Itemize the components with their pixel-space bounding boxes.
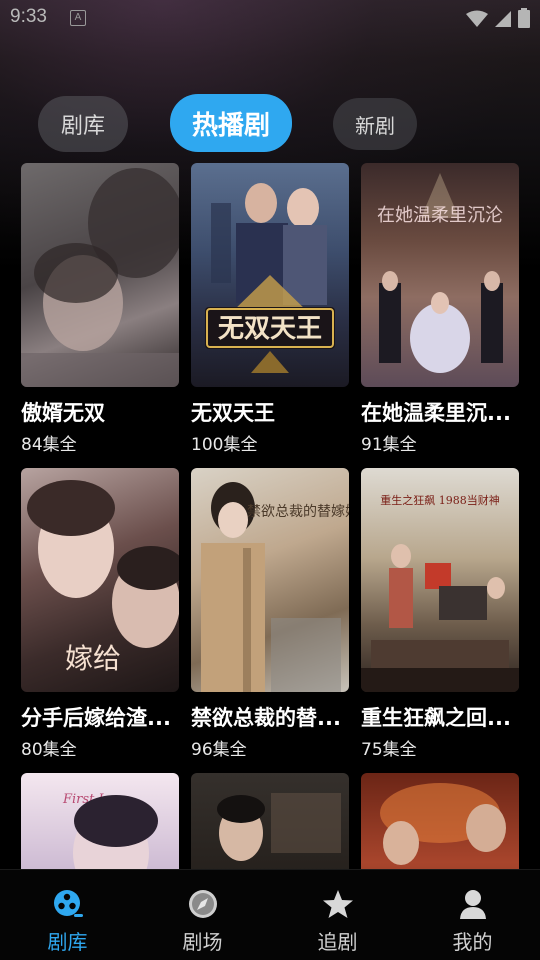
- film-reel-icon: [53, 890, 83, 917]
- drama-poster[interactable]: [21, 163, 179, 387]
- status-time: 9:33: [10, 6, 47, 27]
- drama-card[interactable]: 无双天王 无双天王 100集全: [191, 163, 349, 455]
- nav-item-library[interactable]: 剧库: [0, 870, 135, 960]
- poster-art: 禁欲总裁的替嫁娇: [201, 482, 349, 692]
- drama-card[interactable]: First Love: [21, 773, 179, 869]
- poster-title: 禁欲总裁的替嫁娇: [247, 504, 349, 520]
- poster-title: 嫁给: [65, 642, 121, 675]
- bottom-navigation: 剧库 剧场 追剧 我的: [0, 869, 540, 960]
- tab-label: 热播剧: [191, 110, 270, 141]
- battery-icon: [518, 8, 530, 28]
- wifi-icon: [466, 10, 488, 27]
- poster-art: 无双天王: [205, 183, 335, 373]
- poster-art: 在她温柔里沉沦: [377, 173, 503, 373]
- drama-grid: 傲婿无双 84集全 无双天王 无双天王 100集全 在她温柔里沉沦 在她温柔里沉…: [21, 163, 521, 869]
- nav-label: 剧场: [182, 930, 223, 954]
- poster-title: 无双天王: [218, 314, 322, 344]
- episode-count: 91集全: [361, 435, 417, 455]
- drama-poster[interactable]: 在她温柔里沉沦: [361, 163, 519, 387]
- poster-title: 在她温柔里沉沦: [377, 205, 503, 226]
- drama-poster[interactable]: 无双天王: [191, 163, 349, 387]
- episode-count: 100集全: [191, 435, 258, 455]
- user-icon: [459, 890, 486, 919]
- drama-title: 无双天王: [191, 401, 275, 425]
- drama-title: 傲婿无双: [21, 401, 105, 425]
- drama-title: 重生狂飙之回...: [361, 706, 511, 730]
- drama-card[interactable]: 重生之狂飙 1988当财神 重生狂飙之回... 75集全: [361, 468, 519, 760]
- poster-art: [21, 168, 179, 387]
- episode-count: 84集全: [21, 435, 77, 455]
- drama-card[interactable]: 在她温柔里沉沦 在她温柔里沉... 91集全: [361, 163, 519, 455]
- compass-icon: [188, 890, 217, 918]
- drama-title: 分手后嫁给渣...: [21, 706, 171, 730]
- nav-label: 我的: [452, 930, 493, 954]
- tab-new-dramas[interactable]: 新剧: [333, 98, 417, 150]
- notification-icon: A: [70, 10, 86, 26]
- app-screen: 9:33 A 剧库 热播剧 新剧 傲婿无双 84集全 无双天王 无双天王 100…: [0, 0, 540, 960]
- poster-art: First Love: [62, 792, 158, 869]
- drama-poster[interactable]: [361, 773, 519, 869]
- star-icon: [322, 890, 353, 918]
- tab-label: 剧库: [60, 114, 105, 139]
- episode-count: 80集全: [21, 740, 77, 760]
- drama-poster[interactable]: First Love: [21, 773, 179, 869]
- nav-label: 剧库: [47, 930, 88, 954]
- drama-card[interactable]: 禁欲总裁的替嫁娇 禁欲总裁的替... 96集全: [191, 468, 349, 760]
- nav-label: 追剧: [317, 930, 358, 954]
- drama-poster[interactable]: 嫁给: [21, 468, 179, 692]
- drama-poster[interactable]: 重生之狂飙 1988当财神: [361, 468, 519, 692]
- drama-poster[interactable]: [191, 773, 349, 869]
- drama-title: 禁欲总裁的替...: [191, 706, 341, 730]
- drama-card[interactable]: [191, 773, 349, 869]
- poster-art: [380, 783, 506, 865]
- drama-card[interactable]: 傲婿无双 84集全: [21, 163, 179, 455]
- nav-item-theater[interactable]: 剧场: [135, 870, 270, 960]
- tab-hot-dramas[interactable]: 热播剧: [170, 94, 292, 152]
- poster-art: 重生之狂飙 1988当财神: [361, 493, 519, 692]
- poster-art: [217, 793, 341, 861]
- drama-card[interactable]: [361, 773, 519, 869]
- episode-count: 96集全: [191, 740, 247, 760]
- tab-library[interactable]: 剧库: [38, 96, 128, 152]
- poster-title: 重生之狂飙 1988当财神: [380, 493, 500, 507]
- poster-art: 嫁给: [27, 480, 179, 675]
- tab-label: 新剧: [355, 113, 395, 138]
- status-icons: [466, 8, 530, 28]
- drama-poster[interactable]: 禁欲总裁的替嫁娇: [191, 468, 349, 692]
- signal-icon: [495, 11, 511, 27]
- nav-item-profile[interactable]: 我的: [405, 870, 540, 960]
- nav-item-following[interactable]: 追剧: [270, 870, 405, 960]
- drama-card[interactable]: 嫁给 分手后嫁给渣... 80集全: [21, 468, 179, 760]
- episode-count: 75集全: [361, 740, 417, 760]
- drama-title: 在她温柔里沉...: [361, 401, 511, 425]
- status-bar: 9:33 A: [0, 0, 540, 36]
